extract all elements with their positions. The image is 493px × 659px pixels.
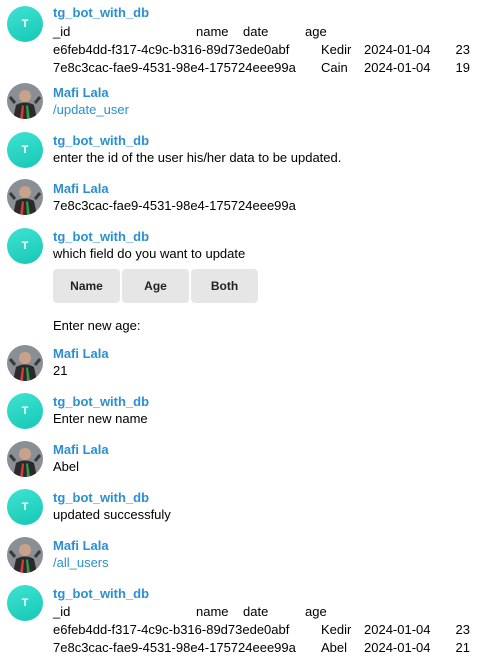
bot-avatar[interactable]: T [7,393,43,429]
bot-avatar[interactable]: T [7,489,43,525]
message-text: 21 [53,363,68,378]
header-id: _id [53,604,71,619]
cell-id: 7e8c3cac-fae9-4531-98e4-175724eee99a [53,640,296,655]
bot-avatar[interactable]: T [7,585,43,621]
bot-author-name[interactable]: tg_bot_with_db [53,586,149,601]
cell-name: Kedir [321,42,352,57]
cell-name: Kedir [321,622,352,637]
cell-age: 23 [455,42,470,57]
cell-name: Abel [321,640,348,655]
message-text: 7e8c3cac-fae9-4531-98e4-175724eee99a [53,198,296,213]
avatar-letter: T [21,240,29,252]
bot-avatar[interactable]: T [7,6,43,42]
header-date: date [243,604,269,619]
bot-author-name[interactable]: tg_bot_with_db [53,5,149,20]
message-text: Enter new name [53,411,148,426]
user-author-name[interactable]: Mafi Lala [53,538,109,553]
age-button[interactable]: Age [122,269,189,303]
user-author-name[interactable]: Mafi Lala [53,85,109,100]
avatar-letter: T [21,18,29,30]
bot-author-name[interactable]: tg_bot_with_db [53,133,149,148]
cell-age: 23 [455,622,470,637]
header-age: age [305,24,327,39]
user-avatar[interactable] [7,179,43,215]
command-link[interactable]: /all_users [53,554,109,572]
bot-author-name[interactable]: tg_bot_with_db [53,229,149,244]
avatar-letter: T [21,144,29,156]
header-id: _id [53,24,71,39]
header-name: name [196,604,229,619]
message-text: Enter new age: [53,318,141,333]
command-link[interactable]: /update_user [53,101,129,119]
header-date: date [243,24,269,39]
cell-date: 2024-01-04 [364,640,431,655]
avatar-letter: T [21,597,29,609]
header-age: age [305,604,327,619]
cell-id: e6feb4dd-f317-4c9c-b316-89d73ede0abf [53,622,290,637]
message-text: updated successfuly [53,507,171,522]
avatar-letter: T [21,405,29,417]
header-name: name [196,24,229,39]
cell-date: 2024-01-04 [364,60,431,75]
bot-author-name[interactable]: tg_bot_with_db [53,490,149,505]
bot-avatar[interactable]: T [7,228,43,264]
cell-name: Cain [321,60,348,75]
user-avatar[interactable] [7,83,43,119]
inline-keyboard: Name Age Both [53,269,258,303]
cell-age: 19 [455,60,470,75]
message-text: Abel [53,459,80,474]
cell-id: 7e8c3cac-fae9-4531-98e4-175724eee99a [53,60,296,75]
cell-date: 2024-01-04 [364,42,431,57]
cell-age: 21 [455,640,470,655]
user-author-name[interactable]: Mafi Lala [53,442,109,457]
avatar-letter: T [21,501,29,513]
user-avatar[interactable] [7,345,43,381]
user-avatar[interactable] [7,537,43,573]
both-button[interactable]: Both [191,269,258,303]
user-author-name[interactable]: Mafi Lala [53,346,109,361]
cell-id: e6feb4dd-f317-4c9c-b316-89d73ede0abf [53,42,290,57]
name-button[interactable]: Name [53,269,120,303]
bot-avatar[interactable]: T [7,132,43,168]
message-text: enter the id of the user his/her data to… [53,150,342,165]
bot-author-name[interactable]: tg_bot_with_db [53,394,149,409]
user-avatar[interactable] [7,441,43,477]
user-author-name[interactable]: Mafi Lala [53,181,109,196]
cell-date: 2024-01-04 [364,622,431,637]
message-text: which field do you want to update [53,246,246,261]
